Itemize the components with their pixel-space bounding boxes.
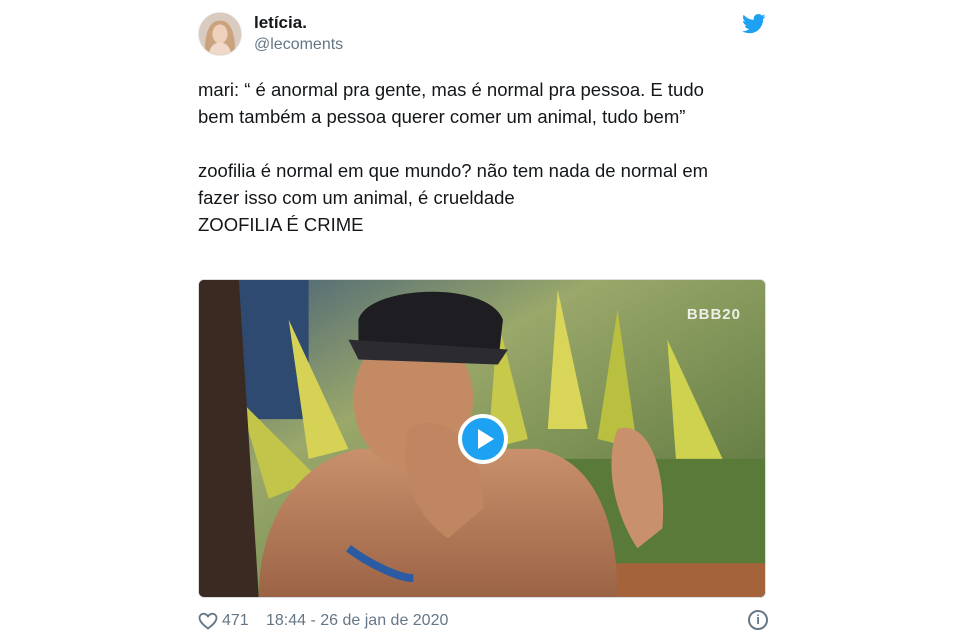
video-watermark: BBB20 <box>686 306 741 323</box>
tweet-footer: 471 18:44 - 26 de jan de 2020 i <box>198 610 768 634</box>
heart-icon[interactable] <box>198 612 218 630</box>
tweet-line: fazer isso com um animal, é crueldade <box>198 187 515 208</box>
tweet-timestamp[interactable]: 18:44 - 26 de jan de 2020 <box>266 612 448 630</box>
tweet-text: mari: “ é anormal pra gente, mas é norma… <box>198 76 773 238</box>
play-icon[interactable] <box>458 414 508 464</box>
tweet-line: zoofilia é normal em que mundo? não tem … <box>198 160 709 181</box>
avatar[interactable] <box>198 12 242 56</box>
author-display-name[interactable]: letícia. <box>254 13 307 33</box>
tweet-line: ZOOFILIA É CRIME <box>198 214 364 235</box>
author-handle[interactable]: @lecoments <box>254 36 343 54</box>
info-icon[interactable]: i <box>748 610 768 630</box>
tweet-video[interactable]: BBB20 <box>198 279 766 598</box>
tweet-line: mari: “ é anormal pra gente, mas é norma… <box>198 79 704 100</box>
twitter-bird-icon[interactable] <box>742 14 766 34</box>
like-count: 471 <box>222 612 249 629</box>
tweet-line: bem também a pessoa querer comer um anim… <box>198 106 686 127</box>
